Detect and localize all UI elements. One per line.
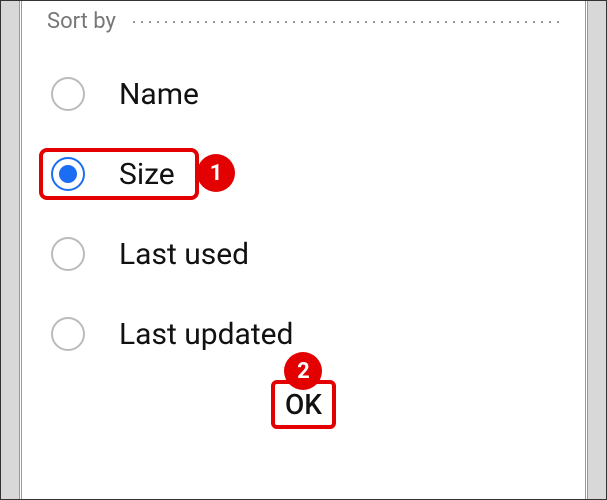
radio-unchecked-icon — [51, 317, 85, 351]
dialog-header: Sort by — [47, 9, 560, 34]
radio-checked-icon — [51, 157, 85, 191]
sort-options: Name Size 1 Last used Last updated — [47, 54, 560, 374]
option-label: Last used — [119, 237, 249, 272]
annotation-step-1: 1 — [197, 154, 235, 192]
radio-unchecked-icon — [51, 237, 85, 271]
sort-option-size[interactable]: Size 1 — [51, 134, 560, 214]
radio-unchecked-icon — [51, 77, 85, 111]
option-label: Size — [119, 157, 175, 192]
option-label: Name — [119, 77, 199, 112]
screen-edge-right — [588, 1, 606, 499]
dialog-edge-left — [19, 1, 22, 499]
header-divider — [130, 21, 560, 23]
ok-button[interactable]: OK — [271, 380, 336, 429]
sort-option-last-used[interactable]: Last used — [51, 214, 560, 294]
screen-edge-left — [1, 1, 19, 499]
sort-dialog: Sort by Name Size 1 Last used Last updat… — [23, 1, 584, 499]
sort-option-last-updated[interactable]: Last updated — [51, 294, 560, 374]
dialog-footer: 2 OK — [47, 380, 560, 429]
sort-option-name[interactable]: Name — [51, 54, 560, 134]
option-label: Last updated — [119, 317, 293, 352]
sort-by-label: Sort by — [47, 9, 130, 34]
dialog-edge-right — [585, 1, 588, 499]
